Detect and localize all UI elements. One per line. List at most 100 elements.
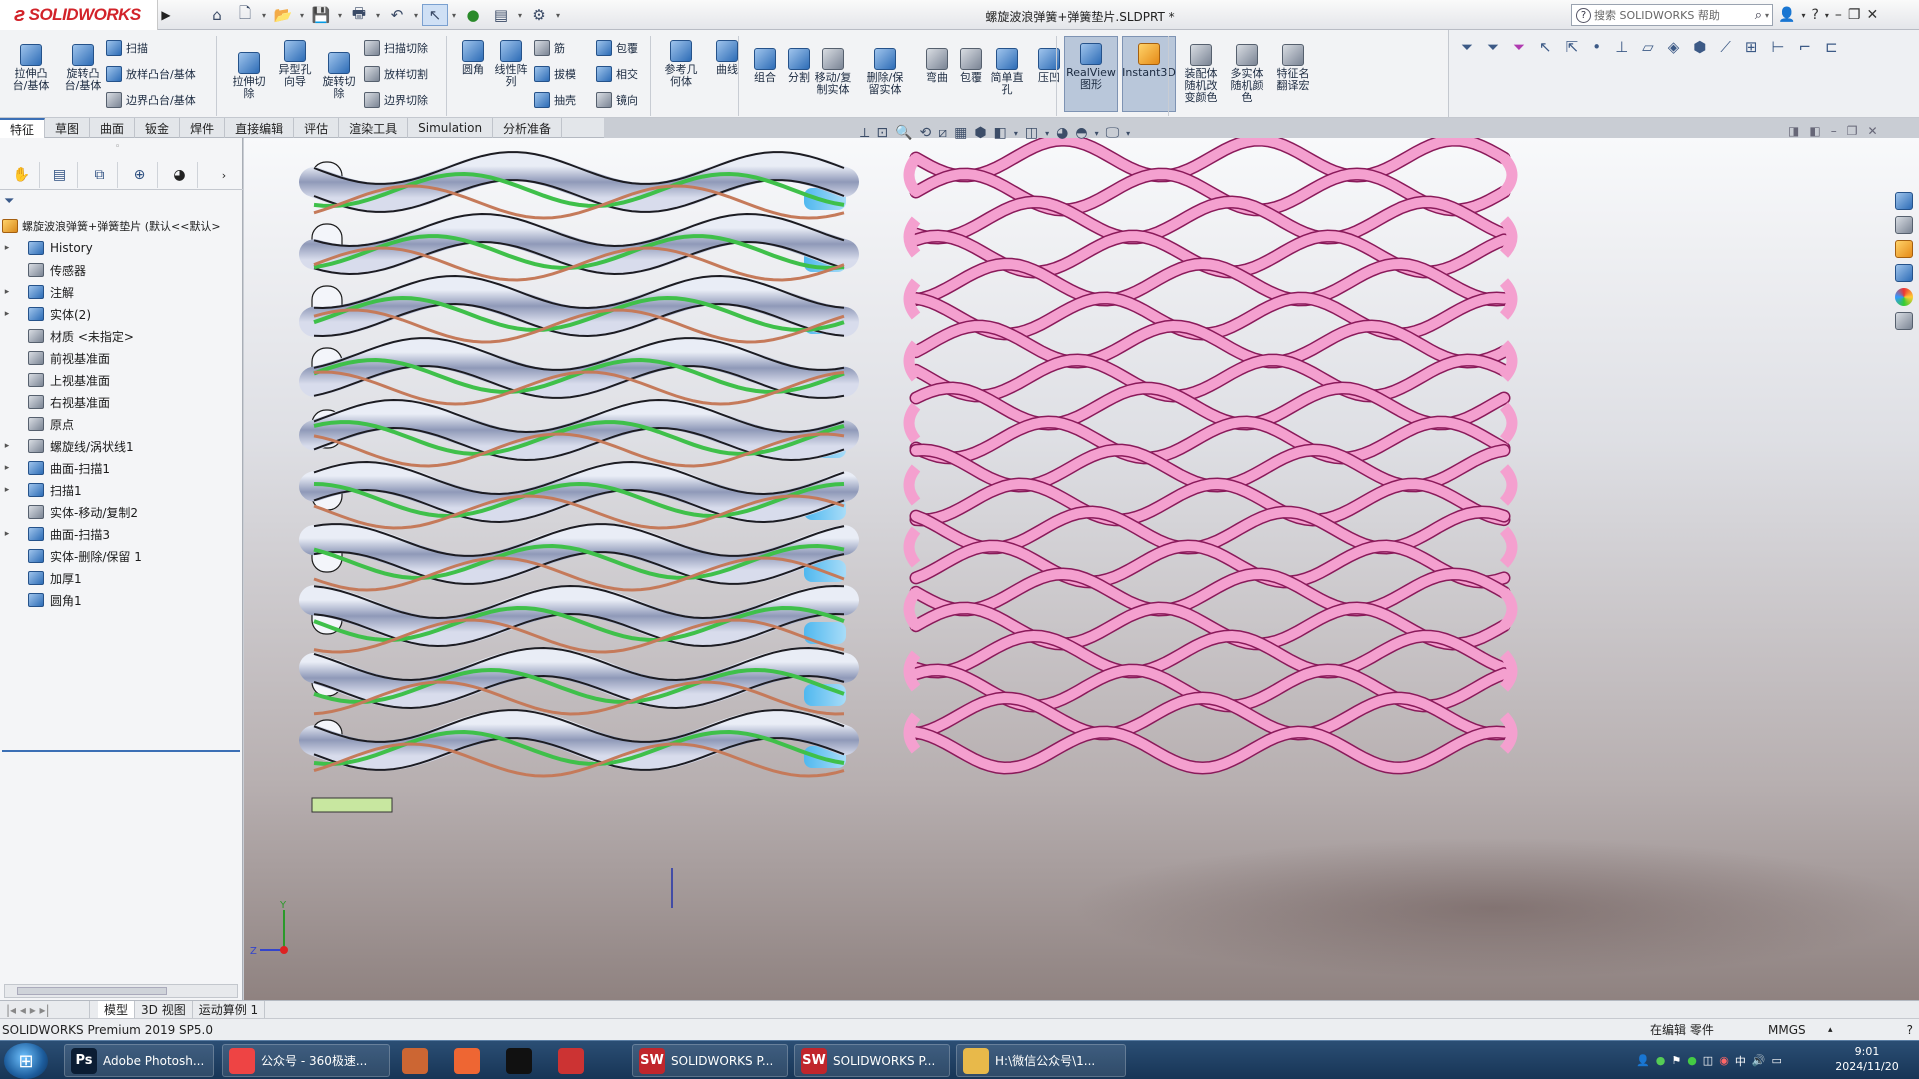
menu-expand-icon[interactable]: ▶ <box>158 4 174 26</box>
delete-keep-button[interactable]: 删除/保 留实体 <box>864 48 906 96</box>
expand-arrow-icon[interactable]: ▸ <box>0 529 14 539</box>
clock[interactable]: 9:01 2024/11/20 <box>1826 1044 1908 1077</box>
dimxpert-tab-icon[interactable]: ⊕ <box>122 162 158 188</box>
new-document-icon[interactable]: 🗋 <box>232 4 258 26</box>
display-style-icon[interactable]: ◧ <box>994 125 1007 141</box>
coordinate-icon[interactable]: ⊢ <box>1771 38 1784 56</box>
chevron-down-icon[interactable]: ▾ <box>1014 129 1018 138</box>
minimize-icon[interactable]: – <box>1835 7 1842 23</box>
fillet-button[interactable]: 圆角 <box>452 40 494 76</box>
view-settings-icon[interactable]: 🖵 <box>1106 125 1120 141</box>
tab-8[interactable]: Simulation <box>408 118 494 138</box>
save-icon[interactable]: 💾 <box>308 4 334 26</box>
wave-spring-model[interactable] <box>903 138 1518 775</box>
chevron-down-icon[interactable]: ▾ <box>336 11 344 20</box>
realview-button[interactable]: RealView 图形 <box>1064 36 1118 112</box>
solidworks-resources-icon[interactable] <box>1895 192 1913 210</box>
extrude-boss-button[interactable]: 拉伸凸 台/基体 <box>10 44 52 92</box>
tray-monitor-icon[interactable]: ▭ <box>1772 1054 1782 1067</box>
home-icon[interactable]: ⌂ <box>204 4 230 26</box>
chevron-down-icon[interactable]: ▾ <box>260 11 268 20</box>
minimize-icon[interactable]: – <box>1831 124 1837 138</box>
configuration-tab-icon[interactable]: ⧉ <box>82 162 118 188</box>
taskbar-item[interactable] <box>552 1044 598 1077</box>
filter-icon[interactable]: ⏷ <box>1461 38 1473 56</box>
plane-icon[interactable]: ▱ <box>1642 38 1654 56</box>
view-orientation-icon[interactable]: ◈ <box>1668 38 1680 56</box>
open-folder-icon[interactable]: 📂 <box>270 4 296 26</box>
tab-6[interactable]: 评估 <box>294 118 340 138</box>
select-arrow-icon[interactable]: ↖ <box>422 4 448 26</box>
tree-item[interactable]: 圆角1 <box>0 590 82 610</box>
tree-item[interactable]: 实体-移动/复制2 <box>0 502 138 522</box>
simple-hole-button[interactable]: 简单直 孔 <box>986 48 1028 96</box>
chevron-down-icon[interactable]: ▾ <box>374 11 382 20</box>
draft-button[interactable]: 拔模 <box>534 66 576 82</box>
tray-network-icon[interactable]: ◫ <box>1703 1054 1713 1067</box>
collapse-right-icon[interactable]: ◧ <box>1809 124 1820 138</box>
propertymanager-tab-icon[interactable]: ▤ <box>42 162 78 188</box>
taskbar-item[interactable] <box>396 1044 442 1077</box>
user-icon[interactable]: 👤 <box>1778 7 1795 23</box>
design-library-icon[interactable] <box>1895 216 1913 234</box>
boundary-cut-button[interactable]: 边界切除 <box>364 92 428 108</box>
help-icon[interactable]: ? <box>1907 1023 1913 1037</box>
select-arrow-icon[interactable]: ↖ <box>1539 38 1552 56</box>
tree-filter-icon[interactable]: ⏷ <box>4 194 240 212</box>
tab-9[interactable]: 分析准备 <box>493 118 563 138</box>
shell-button[interactable]: 抽壳 <box>534 92 576 108</box>
taskbar-item[interactable]: SW SOLIDWORKS P... <box>632 1044 788 1077</box>
section-view-icon[interactable]: ⧄ <box>938 125 947 141</box>
tree-item[interactable]: 传感器 <box>0 260 86 280</box>
help-icon[interactable]: ? <box>1811 7 1818 23</box>
expand-arrow-icon[interactable]: ▸ <box>0 243 14 253</box>
chevron-down-icon[interactable]: ▾ <box>1825 11 1829 20</box>
tree-item[interactable]: 实体-删除/保留 1 <box>0 546 142 566</box>
rollback-bar[interactable] <box>2 750 240 752</box>
zoom-in-icon[interactable]: 🔍 <box>895 125 912 141</box>
previous-view-icon[interactable]: ⟲ <box>920 125 932 141</box>
lofted-cut-button[interactable]: 放样切割 <box>364 66 428 82</box>
chevron-down-icon[interactable]: ▾ <box>450 11 458 20</box>
tray-wechat-icon[interactable]: ● <box>1687 1054 1697 1067</box>
edit-appearance-icon[interactable]: ◕ <box>1056 125 1068 141</box>
filter-faces-icon[interactable]: ⏷ <box>1487 38 1499 56</box>
expand-arrow-icon[interactable]: ▸ <box>0 309 14 319</box>
solidworks-logo[interactable]: ƨ SOLIDWORKS <box>0 0 158 30</box>
expand-arrow-icon[interactable]: ▸ <box>0 485 14 495</box>
graphics-area[interactable]: Z Y <box>244 138 1919 1000</box>
feature-rename-button[interactable]: 特征名 翻译宏 <box>1272 44 1314 92</box>
chevron-down-icon[interactable]: ▾ <box>1126 129 1130 138</box>
tree-item[interactable]: 材质 <未指定> <box>0 326 134 346</box>
taskbar-item[interactable] <box>448 1044 494 1077</box>
mirror-button[interactable]: 镜向 <box>596 92 638 108</box>
tree-item[interactable]: ▸ History <box>0 238 93 258</box>
tree-item[interactable]: ▸ 螺旋线/涡状线1 <box>0 436 134 456</box>
tab-5[interactable]: 直接编辑 <box>225 118 295 138</box>
chevron-up-icon[interactable]: ▴ <box>1828 1025 1833 1035</box>
tree-item[interactable]: 原点 <box>0 414 74 434</box>
appearance-tab-icon[interactable]: ◕ <box>162 162 198 188</box>
taskbar-item[interactable]: SW SOLIDWORKS P... <box>794 1044 950 1077</box>
tree-item[interactable]: ▸ 实体(2) <box>0 304 91 324</box>
undo-icon[interactable]: ↶ <box>384 4 410 26</box>
ref-geometry-button[interactable]: 参考几 何体 <box>660 40 702 88</box>
restore-icon[interactable]: ❐ <box>1847 124 1858 138</box>
axis-icon[interactable]: ⊥ <box>1615 38 1628 56</box>
tab-2[interactable]: 曲面 <box>90 118 136 138</box>
multibody-color-button[interactable]: 多实体 随机颜 色 <box>1226 44 1268 104</box>
taskbar-item[interactable] <box>500 1044 546 1077</box>
filter-edges-icon[interactable]: ⏷ <box>1513 38 1525 56</box>
feature-tree-root[interactable]: 螺旋波浪弹簧+弹簧垫片 (默认<<默认> <box>2 216 242 236</box>
select-tool-icon[interactable]: ⇱ <box>1566 38 1579 56</box>
tray-360-icon[interactable]: ● <box>1656 1054 1666 1067</box>
search-icon[interactable]: ⌕ <box>1755 8 1762 23</box>
revolve-boss-button[interactable]: 旋转凸 台/基体 <box>62 44 104 92</box>
print-icon[interactable]: 🖶 <box>346 4 372 26</box>
zoom-area-icon[interactable]: ⊡ <box>876 125 888 141</box>
tree-item[interactable]: ▸ 曲面-扫描3 <box>0 524 110 544</box>
chevron-down-icon[interactable]: ▾ <box>516 11 524 20</box>
tab-0[interactable]: 特征 <box>0 118 46 138</box>
taskbar-item[interactable]: 公众号 - 360极速... <box>222 1044 390 1077</box>
tree-item[interactable]: 右视基准面 <box>0 392 110 412</box>
